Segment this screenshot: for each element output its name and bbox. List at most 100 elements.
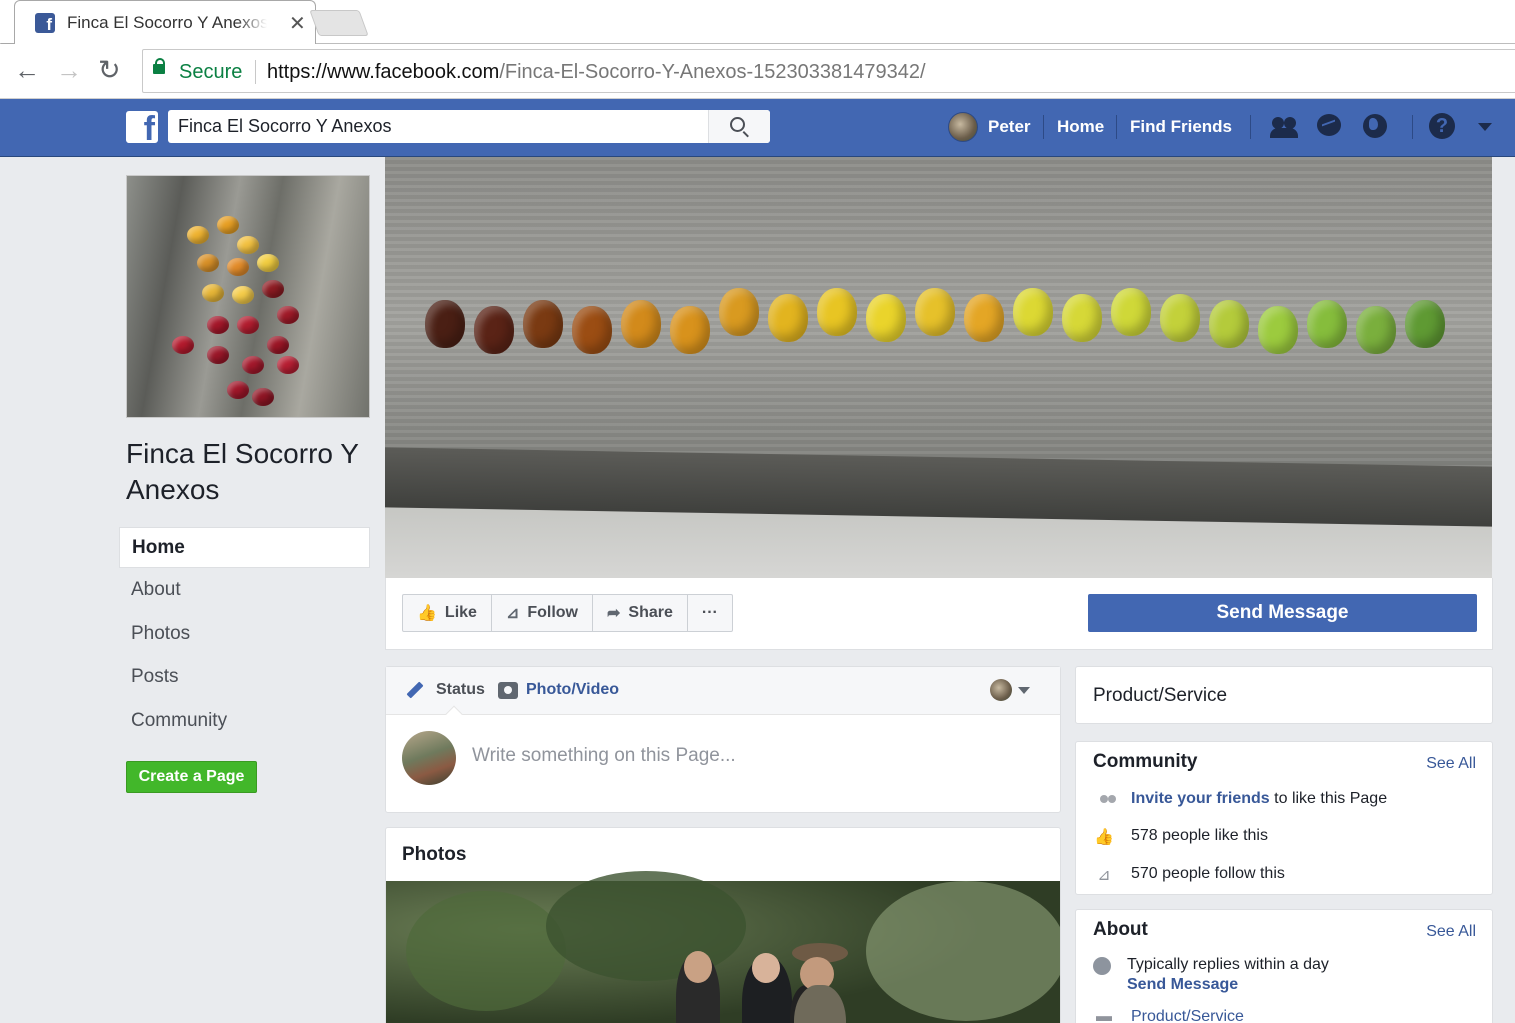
pencil-icon [406, 681, 424, 699]
nav-user-name: Peter [988, 117, 1031, 136]
nav-divider [1412, 115, 1413, 139]
coffee-cherry-shape [242, 356, 264, 374]
search-button[interactable] [708, 110, 770, 143]
coffee-cherry-shape [670, 306, 710, 354]
coffee-cherry-shape [1160, 294, 1200, 342]
coffee-cherry-shape [866, 294, 906, 342]
about-see-all-link[interactable]: See All [1426, 923, 1476, 941]
community-title[interactable]: Community [1093, 751, 1198, 773]
coffee-cherry-shape [572, 306, 612, 354]
about-title[interactable]: About [1093, 919, 1148, 941]
follow-label: Follow [527, 604, 578, 621]
browser-tab[interactable]: f Finca El Socorro Y Anexos ✕ [1, 0, 316, 44]
composer-avatar [402, 731, 456, 785]
url-text[interactable]: https://www.facebook.com/Finca-El-Socorr… [267, 61, 926, 84]
coffee-cherry-shape [964, 294, 1004, 342]
nav-profile-link[interactable]: Peter [948, 111, 1031, 143]
page-profile-picture[interactable] [126, 175, 370, 418]
facebook-top-bar: f Peter Home Find Friends [0, 99, 1515, 157]
coffee-cherry-shape [768, 294, 808, 342]
rss-follow-icon: ⊿ [1097, 867, 1111, 884]
cover-photo[interactable] [385, 157, 1492, 578]
close-tab-icon[interactable]: ✕ [289, 11, 306, 36]
side-nav-home[interactable]: Home [119, 527, 370, 568]
side-nav-photos[interactable]: Photos [119, 614, 370, 658]
coffee-cherry-shape [237, 236, 259, 254]
coffee-cherry-shape [267, 336, 289, 354]
coffee-cherry-shape [172, 336, 194, 354]
coffee-cherry-shape [227, 381, 249, 399]
create-page-button[interactable]: Create a Page [126, 761, 257, 793]
side-nav-posts[interactable]: Posts [119, 657, 370, 701]
person-shape [752, 953, 780, 983]
invite-friends-link[interactable]: Invite your friends [1131, 790, 1270, 807]
people-icon [1093, 790, 1115, 810]
coffee-cherry-shape [1258, 306, 1298, 354]
forward-arrow-icon[interactable]: → [56, 56, 82, 84]
likes-count-text[interactable]: 578 people like this [1131, 827, 1268, 845]
back-arrow-icon[interactable]: ← [14, 56, 40, 84]
about-response-row: Typically replies within a day Send Mess… [1093, 956, 1329, 994]
page-side-nav: Home About Photos Posts Community [119, 527, 370, 744]
tab-title: Finca El Socorro Y Anexos [67, 13, 267, 32]
post-as-selector[interactable] [990, 679, 1030, 701]
facebook-logo-icon[interactable]: f [126, 111, 158, 143]
follows-count-text[interactable]: 570 people follow this [1131, 865, 1285, 883]
community-invite-row: Invite your friends to like this Page [1093, 790, 1387, 810]
address-bar[interactable]: Secure https://www.facebook.com/Finca-El… [142, 49, 1515, 93]
help-icon[interactable] [1429, 113, 1459, 141]
about-send-message-link[interactable]: Send Message [1127, 976, 1329, 994]
url-host: https://www.facebook.com [267, 61, 500, 83]
person-shape [684, 951, 712, 983]
invite-text: Invite your friends to like this Page [1131, 790, 1387, 808]
search-box [168, 110, 770, 143]
share-button[interactable]: ➦ Share [593, 595, 688, 631]
category-icon: ▬ [1096, 1008, 1112, 1023]
url-path: /Finca-El-Socorro-Y-Anexos-1523033814793… [499, 61, 926, 83]
chevron-down-icon [1018, 686, 1030, 694]
composer-tabs: Status Photo/Video [386, 667, 1060, 723]
reload-icon[interactable]: ↻ [98, 56, 121, 84]
composer-input[interactable]: Write something on this Page... [472, 745, 736, 767]
more-options-icon: ··· [701, 604, 718, 621]
invite-rest: to like this Page [1269, 790, 1388, 807]
notifications-globe-icon[interactable] [1362, 113, 1392, 141]
page-title[interactable]: Finca El Socorro Y Anexos [126, 436, 366, 508]
follow-button[interactable]: ⊿ Follow [492, 595, 593, 631]
community-follows-row: ⊿ 570 people follow this [1093, 865, 1285, 885]
coffee-cherry-shape [1209, 300, 1249, 348]
friend-requests-icon[interactable] [1270, 113, 1300, 141]
account-menu-caret-icon[interactable] [1478, 123, 1492, 131]
messenger-icon [1093, 957, 1111, 975]
coffee-cherry-shape [227, 258, 249, 276]
avatar [948, 112, 978, 142]
nav-home-link[interactable]: Home [1057, 117, 1104, 137]
about-card: About See All Typically replies within a… [1075, 909, 1493, 1023]
tab-photo-video[interactable]: Photo/Video [498, 681, 619, 699]
side-nav-community[interactable]: Community [119, 701, 370, 745]
camera-icon [498, 681, 518, 699]
coffee-cherry-shape [232, 286, 254, 304]
action-button-group: 👍 Like ⊿ Follow ➦ Share ··· [402, 594, 733, 632]
nav-divider [1250, 115, 1251, 139]
about-category-link[interactable]: Product/Service [1131, 1008, 1244, 1023]
like-button[interactable]: 👍 Like [403, 595, 492, 631]
about-response-block: Typically replies within a day Send Mess… [1127, 956, 1329, 994]
community-see-all-link[interactable]: See All [1426, 755, 1476, 773]
page-category[interactable]: Product/Service [1093, 685, 1227, 707]
nav-divider [1116, 115, 1117, 139]
thumbs-up-icon: 👍 [417, 605, 437, 622]
coffee-cherry-shape [237, 316, 259, 334]
community-likes-row: 👍 578 people like this [1093, 827, 1268, 847]
search-input[interactable] [168, 110, 708, 143]
tab-status[interactable]: Status [406, 681, 485, 699]
photo-thumbnail[interactable] [386, 871, 1060, 1023]
community-card: Community See All Invite your friends to… [1075, 741, 1493, 895]
messenger-icon[interactable] [1316, 113, 1346, 141]
new-tab-button[interactable] [309, 10, 369, 36]
more-options-button[interactable]: ··· [688, 595, 732, 631]
photos-title[interactable]: Photos [402, 844, 466, 866]
send-message-button[interactable]: Send Message [1088, 594, 1477, 632]
nav-find-friends-link[interactable]: Find Friends [1130, 117, 1232, 137]
side-nav-about[interactable]: About [119, 570, 370, 614]
